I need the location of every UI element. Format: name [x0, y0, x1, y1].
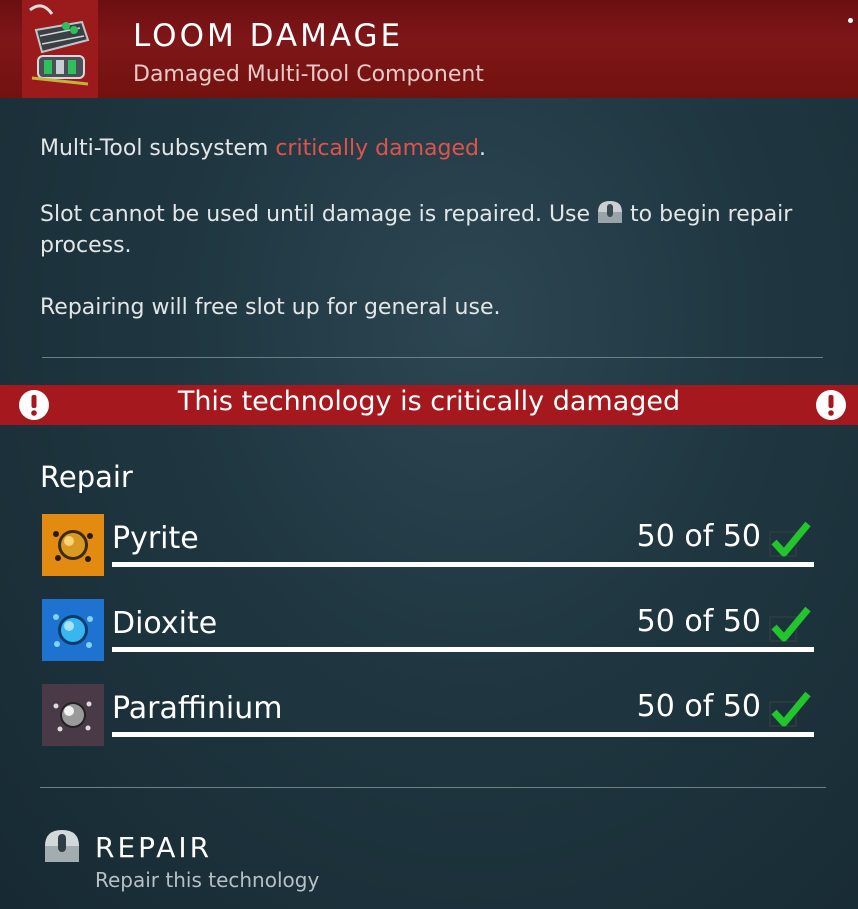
item-header: LOOM DAMAGE Damaged Multi-Tool Component: [0, 0, 858, 98]
mouse-button-icon: [594, 198, 626, 226]
checkmark-icon: [769, 521, 811, 557]
corner-dot: [848, 18, 853, 23]
resource-count: 50 of 50: [636, 689, 761, 724]
paraffinium-icon: [42, 684, 104, 746]
description-line-2: Slot cannot be used until damage is repa…: [40, 198, 800, 261]
pyrite-icon: [42, 514, 104, 576]
warning-text: This technology is critically damaged: [177, 386, 681, 417]
resource-count: 50 of 50: [636, 604, 761, 639]
description-line-1: Multi-Tool subsystem critically damaged.: [40, 133, 800, 164]
mouse-button-icon[interactable]: [42, 826, 82, 866]
description-text: Slot cannot be used until damage is repa…: [40, 202, 591, 227]
damaged-component-icon: [22, 0, 98, 98]
resource-name: Pyrite: [112, 521, 199, 556]
resource-count: 50 of 50: [636, 519, 761, 554]
resource-name: Dioxite: [112, 606, 218, 641]
description-line-3: Repairing will free slot up for general …: [40, 295, 501, 320]
divider: [42, 357, 823, 358]
checkmark-icon: [769, 606, 811, 642]
resource-progress-bar: [112, 647, 814, 652]
resource-progress-bar: [112, 732, 814, 737]
item-title: LOOM DAMAGE: [133, 18, 404, 54]
item-subtitle: Damaged Multi-Tool Component: [133, 62, 484, 87]
exclamation-icon: [816, 390, 846, 420]
dioxite-icon: [42, 599, 104, 661]
divider: [40, 787, 826, 788]
repair-heading: Repair: [40, 460, 133, 494]
checkmark-icon: [769, 691, 811, 727]
resource-name: Paraffinium: [112, 691, 283, 726]
description-text: .: [478, 136, 486, 161]
repair-action-button[interactable]: REPAIR: [95, 831, 212, 864]
repair-action-description: Repair this technology: [95, 868, 320, 892]
description-text: Multi-Tool subsystem: [40, 136, 276, 161]
critical-highlight: critically damaged: [275, 136, 479, 161]
resource-progress-bar: [112, 562, 814, 567]
